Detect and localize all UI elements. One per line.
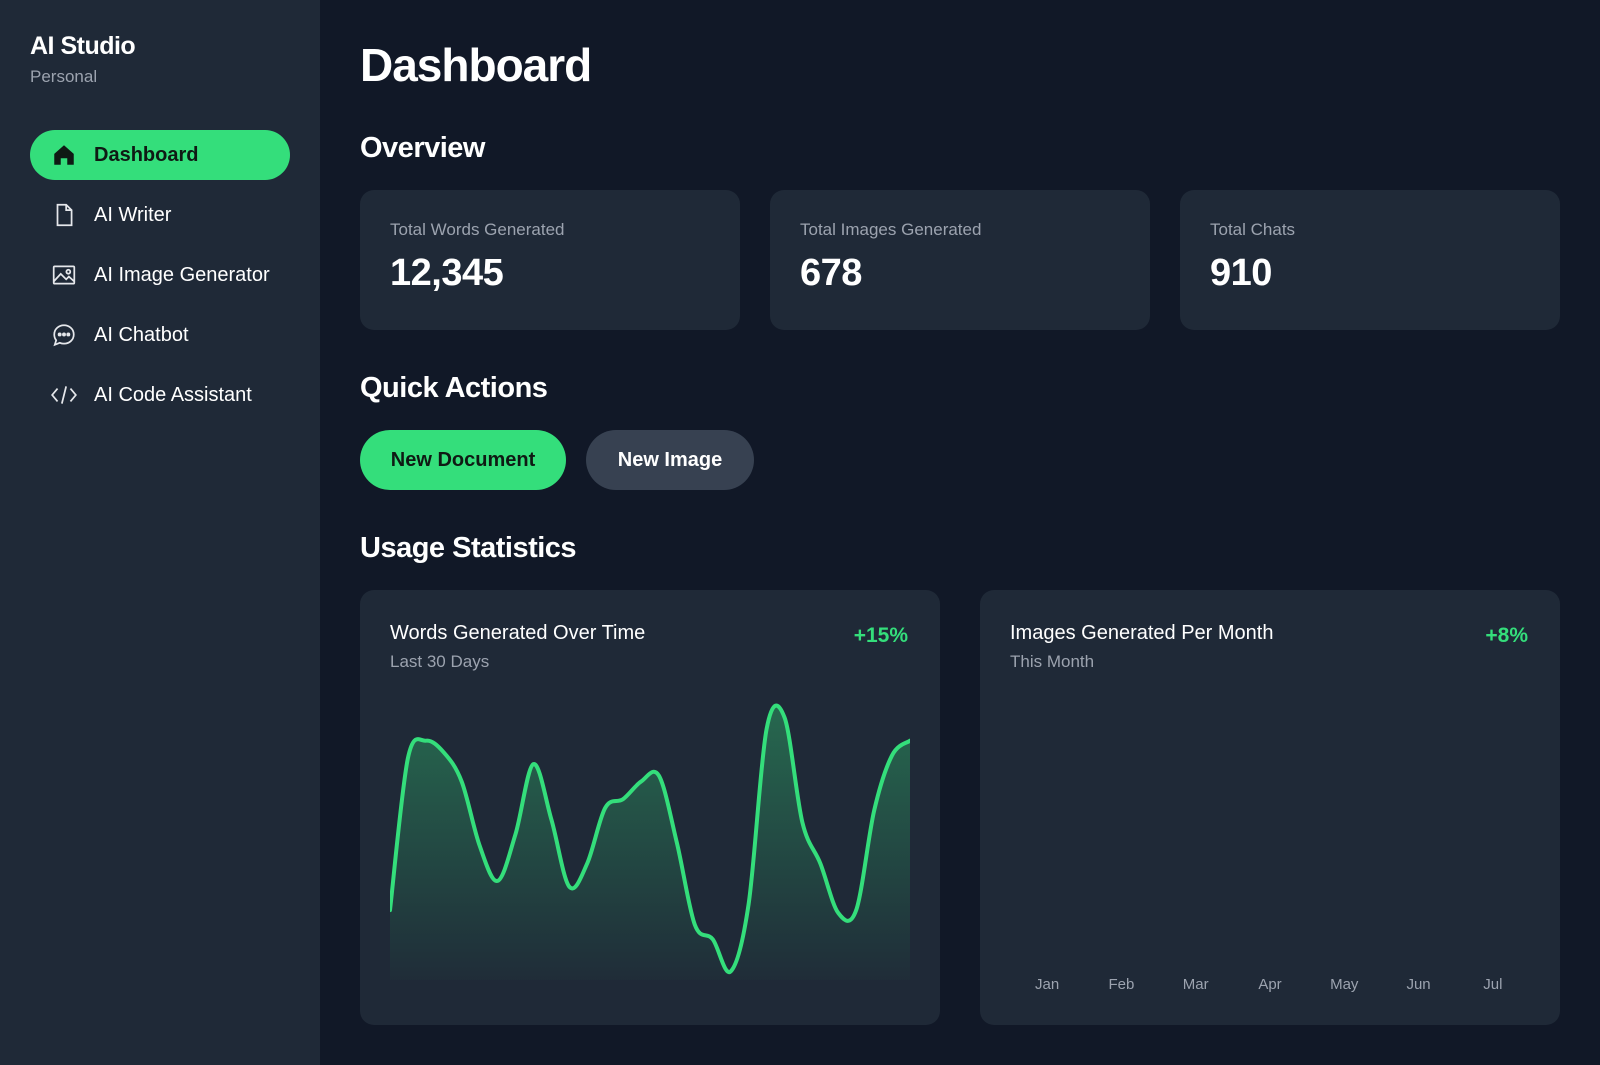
x-tick-label: May (1330, 976, 1359, 993)
chart-change-badge: +15% (853, 624, 908, 647)
sidebar-item-label: AI Image Generator (94, 263, 270, 286)
usage-statistics-heading: Usage Statistics (360, 532, 577, 564)
brand-subtitle: Personal (30, 67, 98, 86)
sidebar-item-dashboard[interactable]: Dashboard (30, 130, 290, 180)
chart-subtitle: This Month (1010, 652, 1095, 671)
stat-card-chats: Total Chats 910 (1180, 190, 1560, 330)
x-tick-label: Apr (1258, 976, 1282, 993)
images-chart-card: Images Generated Per Month This Month +8… (980, 590, 1560, 1025)
document-icon (50, 201, 78, 229)
stat-label: Total Words Generated (390, 220, 565, 239)
brand: AI Studio Personal (30, 32, 136, 87)
sidebar-item-label: Dashboard (94, 143, 199, 166)
stat-value: 678 (800, 252, 862, 294)
chart-subtitle: Last 30 Days (390, 652, 490, 671)
series-area (390, 705, 910, 980)
chart-title: Images Generated Per Month (1010, 622, 1274, 644)
chart-change-badge: +8% (1485, 624, 1528, 647)
x-tick-label: Feb (1108, 976, 1135, 993)
page-title: Dashboard (360, 39, 592, 91)
sidebar-item-label: AI Code Assistant (94, 383, 252, 406)
stat-label: Total Images Generated (800, 220, 982, 239)
sidebar-item-label: AI Chatbot (94, 323, 189, 346)
x-tick-label: Mar (1182, 976, 1209, 993)
words-chart-card: Words Generated Over Time Last 30 Days +… (360, 590, 940, 1025)
x-axis: Jan Feb Mar Apr May Jun Jul (1010, 976, 1530, 993)
chat-bubble-icon (50, 321, 78, 349)
x-tick-label: Jul (1483, 976, 1503, 993)
sidebar: AI Studio Personal Dashboard AI Writer A… (0, 0, 320, 1065)
x-tick-label: Jun (1406, 976, 1431, 993)
sidebar-item-ai-image-generator[interactable]: AI Image Generator (30, 250, 290, 300)
home-icon (50, 141, 78, 169)
sidebar-item-ai-chatbot[interactable]: AI Chatbot (30, 310, 290, 360)
stat-card-images: Total Images Generated 678 (770, 190, 1150, 330)
brand-title: AI Studio (30, 32, 136, 60)
new-image-button[interactable]: New Image (586, 430, 754, 490)
stat-value: 12,345 (390, 252, 504, 294)
sidebar-item-ai-writer[interactable]: AI Writer (30, 190, 290, 240)
overview-heading: Overview (360, 132, 485, 164)
x-tick-label: Jan (1035, 976, 1060, 993)
stat-card-words: Total Words Generated 12,345 (360, 190, 740, 330)
image-icon (50, 261, 78, 289)
code-icon (50, 381, 78, 409)
stat-value: 910 (1210, 252, 1272, 294)
quick-actions-heading: Quick Actions (360, 372, 548, 404)
new-document-button[interactable]: New Document (360, 430, 566, 490)
sidebar-nav: Dashboard AI Writer AI Image Generator A… (30, 130, 290, 430)
chart-title: Words Generated Over Time (390, 622, 646, 644)
words-line-chart (390, 703, 910, 980)
sidebar-item-ai-code-assistant[interactable]: AI Code Assistant (30, 370, 290, 420)
sidebar-item-label: AI Writer (94, 203, 172, 226)
stat-label: Total Chats (1210, 220, 1296, 239)
